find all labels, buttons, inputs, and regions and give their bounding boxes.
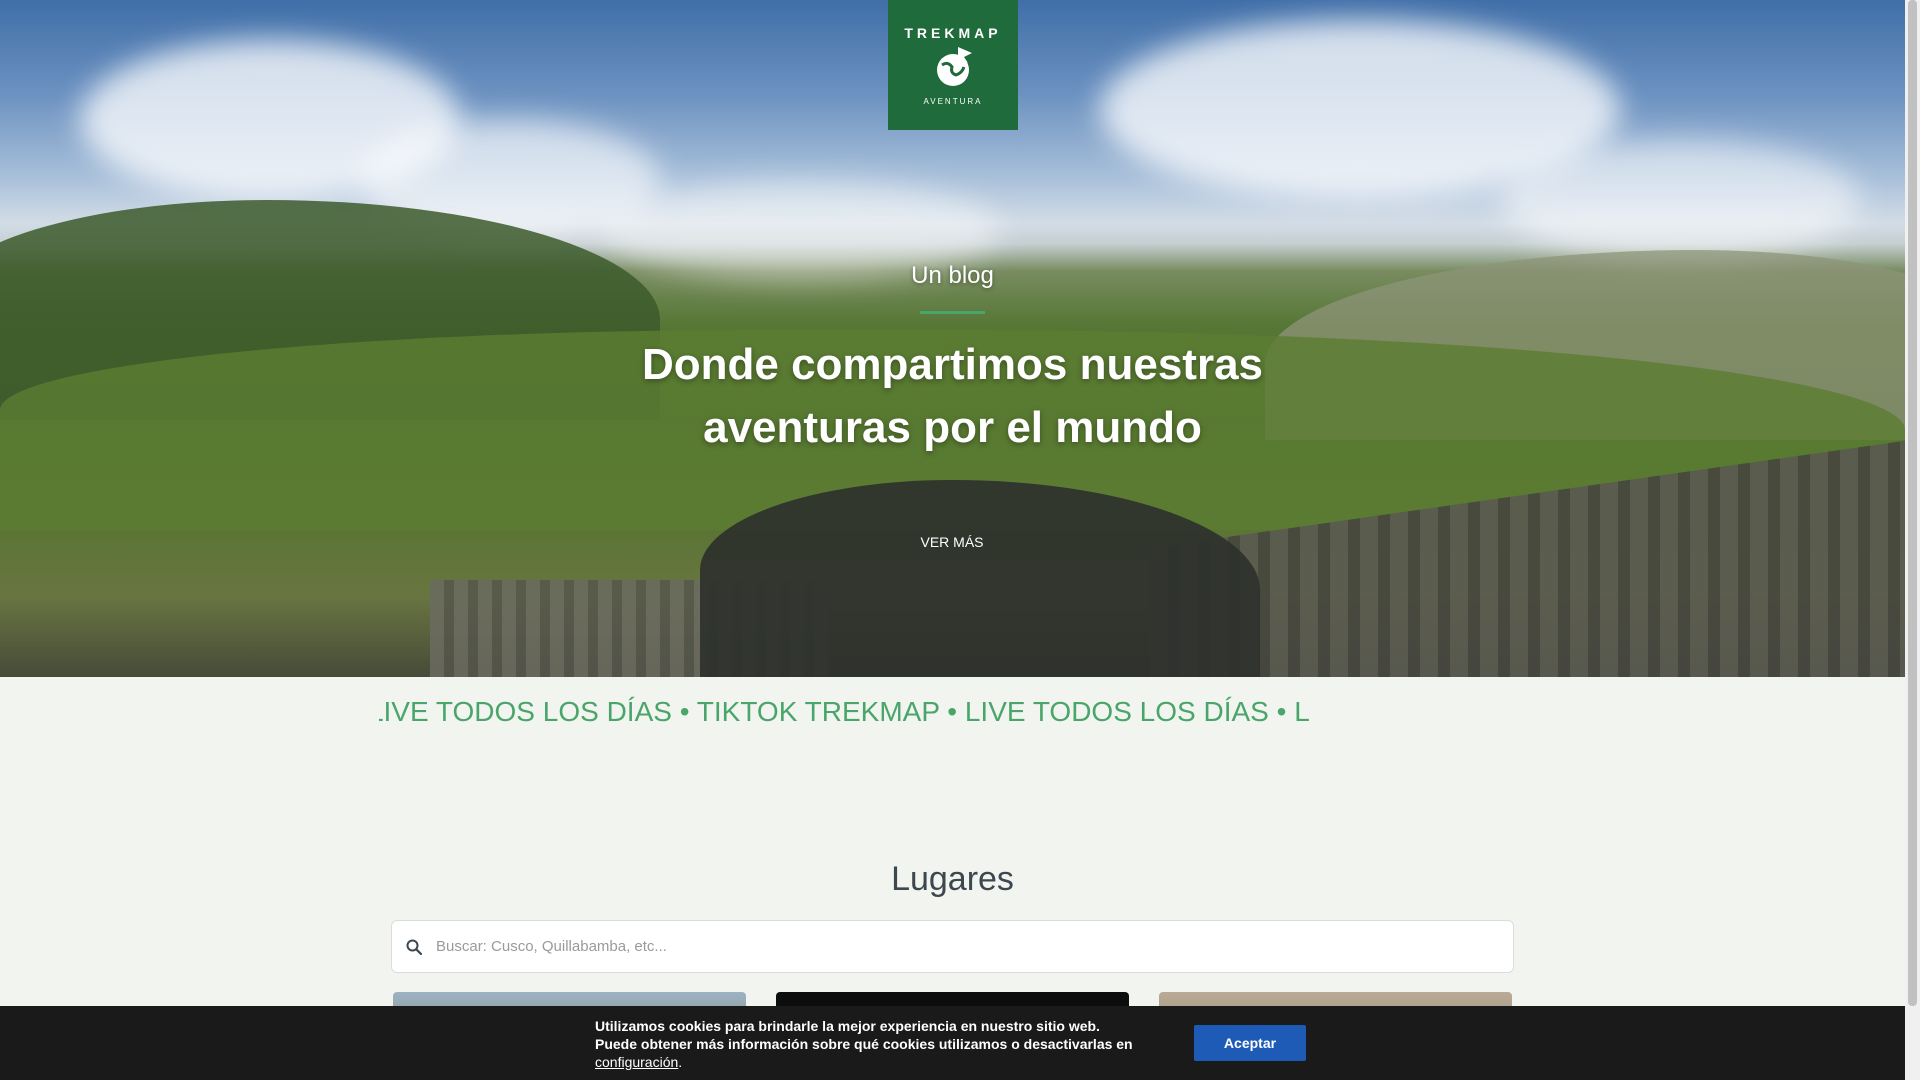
cookie-line3: configuración. — [595, 1053, 1155, 1071]
cookie-banner: Utilizamos cookies para brindarle la mej… — [0, 1006, 1905, 1080]
hero-divider — [920, 311, 985, 314]
logo-text-bottom: AVENTURA — [923, 96, 983, 106]
globe-plane-icon — [937, 46, 972, 86]
scrollbar-thumb[interactable] — [1908, 0, 1917, 1006]
search-icon[interactable] — [392, 920, 436, 973]
hero-title-line2: aventuras por el mundo — [703, 403, 1202, 452]
cookie-line1: Utilizamos cookies para brindarle la mej… — [595, 1018, 1100, 1034]
hero-title-line1: Donde compartimos nuestras — [641, 340, 1264, 389]
cookie-period: . — [678, 1054, 683, 1070]
lugares-title: Lugares — [891, 860, 1014, 898]
announcement-marquee: OS DÍAS • LIVE TODOS LOS DÍAS • TIKTOK T… — [379, 692, 1526, 732]
hero-section: TREKMAP AVENTURA Un blog Donde compartim… — [0, 0, 1905, 677]
trekmap-logo[interactable]: TREKMAP AVENTURA — [888, 0, 1018, 130]
cookie-line2: Puede obtener más información sobre qué … — [595, 1036, 1133, 1052]
cloud-decoration — [1500, 140, 1860, 260]
cookie-message: Utilizamos cookies para brindarle la mej… — [595, 1017, 1155, 1071]
page-scrollbar[interactable] — [1905, 0, 1920, 1080]
accept-cookies-button[interactable]: Aceptar — [1194, 1025, 1306, 1061]
hero-subtitle: Un blog — [911, 262, 994, 289]
search-bar — [391, 920, 1514, 973]
cookie-settings-link[interactable]: configuración — [595, 1054, 678, 1070]
logo-text-top: TREKMAP — [904, 24, 1002, 41]
search-input[interactable] — [436, 926, 1513, 967]
marquee-text: OS DÍAS • LIVE TODOS LOS DÍAS • TIKTOK T… — [379, 696, 1310, 727]
hero-title: Donde compartimos nuestras aventuras por… — [0, 333, 1905, 459]
ver-mas-button[interactable]: VER MÁS — [902, 530, 1002, 554]
